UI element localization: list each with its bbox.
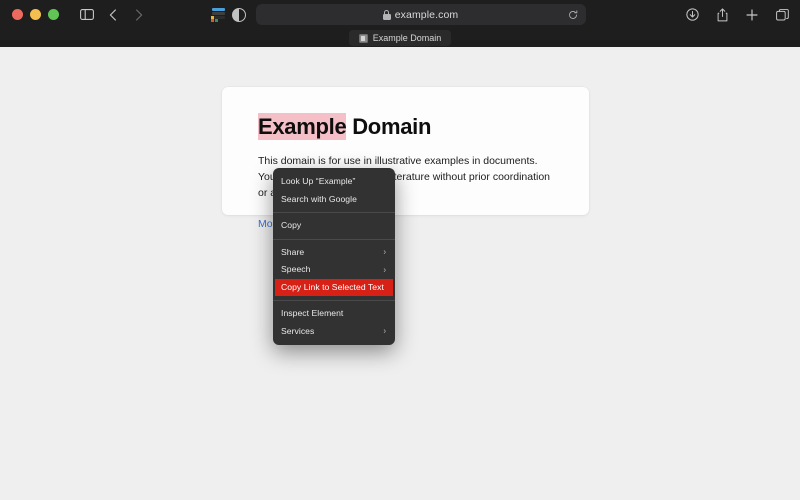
sidebar-toggle-icon[interactable] [75, 4, 99, 26]
reload-icon[interactable] [568, 9, 578, 20]
menu-item-label: Copy [281, 220, 302, 231]
maximize-window-button[interactable] [48, 9, 59, 20]
context-menu-group: Inspect Element Services › [273, 305, 395, 340]
toolbar-right-group [680, 4, 794, 26]
menu-item-search-with-google[interactable]: Search with Google [273, 191, 395, 209]
tab-title: Example Domain [372, 33, 442, 43]
menu-item-copy-link-to-selected-text[interactable]: Copy Link to Selected Text [275, 278, 393, 296]
page-viewport: Example Domain This domain is for use in… [0, 47, 800, 500]
menu-item-speech[interactable]: Speech › [273, 261, 395, 279]
menu-item-label: Share [281, 246, 305, 257]
browser-tab[interactable]: Example Domain [348, 30, 452, 46]
tab-favicon-icon [358, 33, 368, 43]
chevron-right-icon: › [383, 264, 386, 275]
menu-separator [273, 212, 395, 213]
page-title: Example Domain [258, 113, 553, 140]
window-controls [12, 9, 59, 20]
address-bar-url: example.com [394, 8, 459, 21]
appearance-contrast-icon[interactable] [231, 7, 246, 22]
selected-text: Example [258, 113, 347, 140]
chevron-right-icon: › [383, 246, 386, 257]
menu-item-label: Services [281, 325, 315, 336]
downloads-icon[interactable] [680, 4, 704, 26]
menu-item-look-up[interactable]: Look Up “Example” [273, 173, 395, 191]
menu-item-services[interactable]: Services › [273, 323, 395, 341]
back-button-icon[interactable] [101, 4, 125, 26]
menu-separator [273, 300, 395, 301]
context-menu: Look Up “Example” Search with Google Cop… [273, 168, 395, 345]
menu-item-label: Look Up “Example” [281, 176, 356, 187]
chevron-right-icon: › [383, 325, 386, 336]
extension-icon[interactable] [210, 7, 226, 22]
page-title-rest: Domain [346, 114, 432, 139]
menu-item-share[interactable]: Share › [273, 244, 395, 262]
forward-button-icon[interactable] [127, 4, 151, 26]
lock-icon [382, 9, 391, 20]
navigation-group [75, 4, 151, 26]
minimize-window-button[interactable] [30, 9, 41, 20]
menu-item-label: Search with Google [281, 193, 357, 204]
context-menu-group: Share › Speech › Copy Link to Selected T… [273, 244, 395, 296]
address-bar[interactable]: example.com [255, 4, 586, 25]
tab-strip: Example Domain [0, 29, 800, 47]
menu-separator [273, 238, 395, 240]
tab-overview-icon[interactable] [770, 4, 794, 26]
menu-item-label: Speech [281, 264, 311, 275]
context-menu-group: Look Up “Example” Search with Google [273, 173, 395, 208]
menu-item-inspect-element[interactable]: Inspect Element [273, 305, 395, 323]
context-menu-group: Copy [273, 217, 395, 235]
browser-toolbar: example.com [0, 0, 800, 29]
menu-item-label: Inspect Element [281, 308, 344, 319]
browser-chrome: example.com Example Domain [0, 0, 800, 47]
menu-item-copy[interactable]: Copy [273, 217, 395, 235]
share-icon[interactable] [710, 4, 734, 26]
menu-item-label: Copy Link to Selected Text [281, 281, 384, 292]
new-tab-icon[interactable] [740, 4, 764, 26]
close-window-button[interactable] [12, 9, 23, 20]
